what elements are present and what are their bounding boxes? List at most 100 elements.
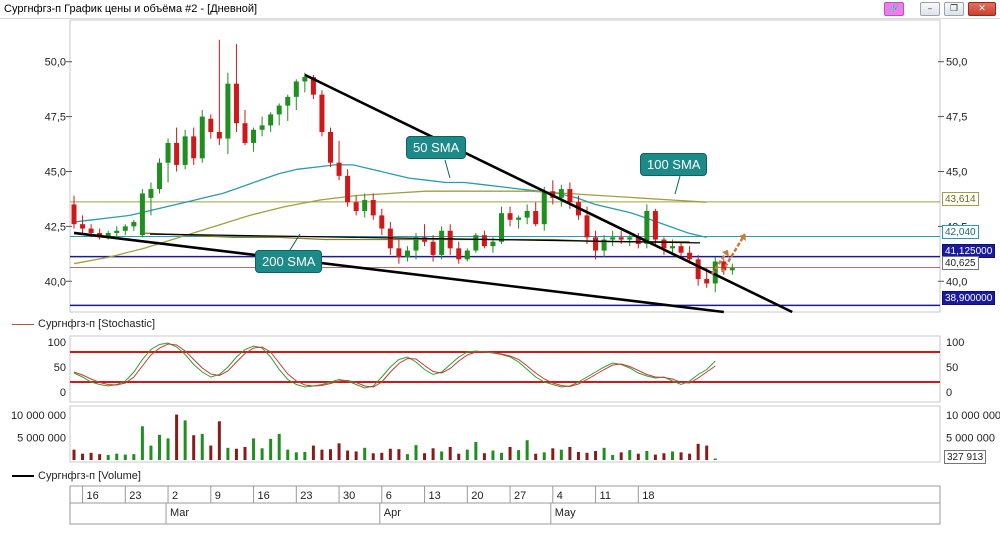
candle-body [199,116,205,159]
volume-bar [705,445,709,460]
volume-bar [277,433,281,460]
volume-bar [482,453,486,460]
volume-bar [696,443,700,460]
volume-bar [491,450,495,460]
volume-bar [200,433,204,460]
price-axis-left-label: 42,5 [45,221,66,233]
volume-bar [542,452,546,460]
candle-body [379,215,385,229]
candle-body [618,237,624,240]
volume-bar [388,448,392,460]
volume-bar [500,452,503,460]
volume-bar [465,449,469,460]
volume-bar [508,446,512,460]
candle-body [704,279,710,284]
price-axis-left-label: 40,0 [45,276,66,288]
volume-bar [243,446,247,460]
date-month-label: Mar [170,507,189,519]
volume-bar [226,447,230,460]
volume-bar [311,445,315,460]
candle-body [353,202,359,212]
volume-bar [474,442,478,460]
date-day-label: 11 [600,490,611,502]
volume-bar [72,449,76,460]
stochastic-legend: Сургнфгз-п [Stochastic] [12,318,155,330]
sma100-note: 100 SMA [640,153,708,176]
stochastic-line [73,343,716,388]
volume-axis-right-label: 10 000 000 [946,410,1000,422]
candle-body [533,211,539,225]
date-day-label: 9 [215,490,221,502]
stochastic-axis-left-label: 50 [54,362,66,374]
candle-body [122,226,128,231]
candle-body [507,213,513,220]
volume-bar [115,453,119,460]
volume-bar [337,443,341,460]
volume-bar [81,453,85,460]
candle-body [276,105,282,115]
volume-bar [166,438,170,460]
candle-body [319,94,325,132]
candle-body [413,237,419,251]
candle-body [114,230,120,233]
candle-body [439,230,445,255]
candle-body [430,241,436,255]
volume-bar [89,452,93,460]
volume-bar [217,421,221,460]
candle-body [88,228,94,233]
volume-bar [602,447,606,460]
stochastic-legend-label: Сургнфгз-п [Stochastic] [38,318,156,330]
date-day-label: 23 [300,490,312,502]
candle-body [370,200,376,216]
volume-bar [320,449,324,460]
candle-body [208,118,214,132]
volume-legend-swatch [12,475,34,478]
candle-body [259,125,265,130]
last-price-badge: 40,625 [942,256,979,270]
candle-body [165,142,171,163]
volume-bar [662,453,666,460]
candle-body [456,248,462,260]
candle-body [131,221,137,227]
level-2-badge: 38,900000 [942,291,996,305]
candle-body [695,259,701,280]
volume-bar [98,454,102,460]
volume-bar [329,449,332,460]
volume-bar [260,448,264,460]
volume-bar [628,450,632,460]
volume-bar [611,455,615,460]
volume-bar [594,451,598,460]
candle-body [302,77,308,82]
volume-bar [448,446,452,460]
volume-bar [431,448,435,460]
volume-bar [123,454,127,460]
price-axis-right-label: 40,0 [946,276,967,288]
date-day-label: 2 [172,490,178,502]
sma100-value-badge: 43,614 [942,192,979,206]
volume-layer: 10 000 000 10 000 000 5 000 000 5 000 000 [11,410,1000,460]
volume-bar [371,453,375,460]
date-day-label: 16 [87,490,99,502]
stochastic-axis-left-label: 100 [48,337,66,349]
volume-bar [252,438,256,460]
candle-body [567,189,573,203]
date-day-label: 18 [642,490,654,502]
date-day-label: 30 [343,490,355,502]
candle-body [148,189,154,198]
candle-body [584,215,590,238]
candle-body [216,131,222,139]
candle-body [182,136,188,165]
candle-body [670,246,675,249]
volume-bar [568,446,572,460]
volume-panel-frame [69,405,941,463]
volume-bar [106,455,110,460]
chart-canvas: 100 100 50 50 0 0 10 000 000 10 000 000 5 000 0… [11,19,1000,525]
volume-bar [576,451,580,460]
stochastic-axis-right-label: 100 [946,337,964,349]
volume-bar [551,448,555,460]
volume-bar [286,449,290,460]
candle-body [285,96,291,106]
stochastic-axis-left-label: 0 [60,387,66,399]
volume-bar [175,414,179,460]
candle-body [661,239,667,249]
